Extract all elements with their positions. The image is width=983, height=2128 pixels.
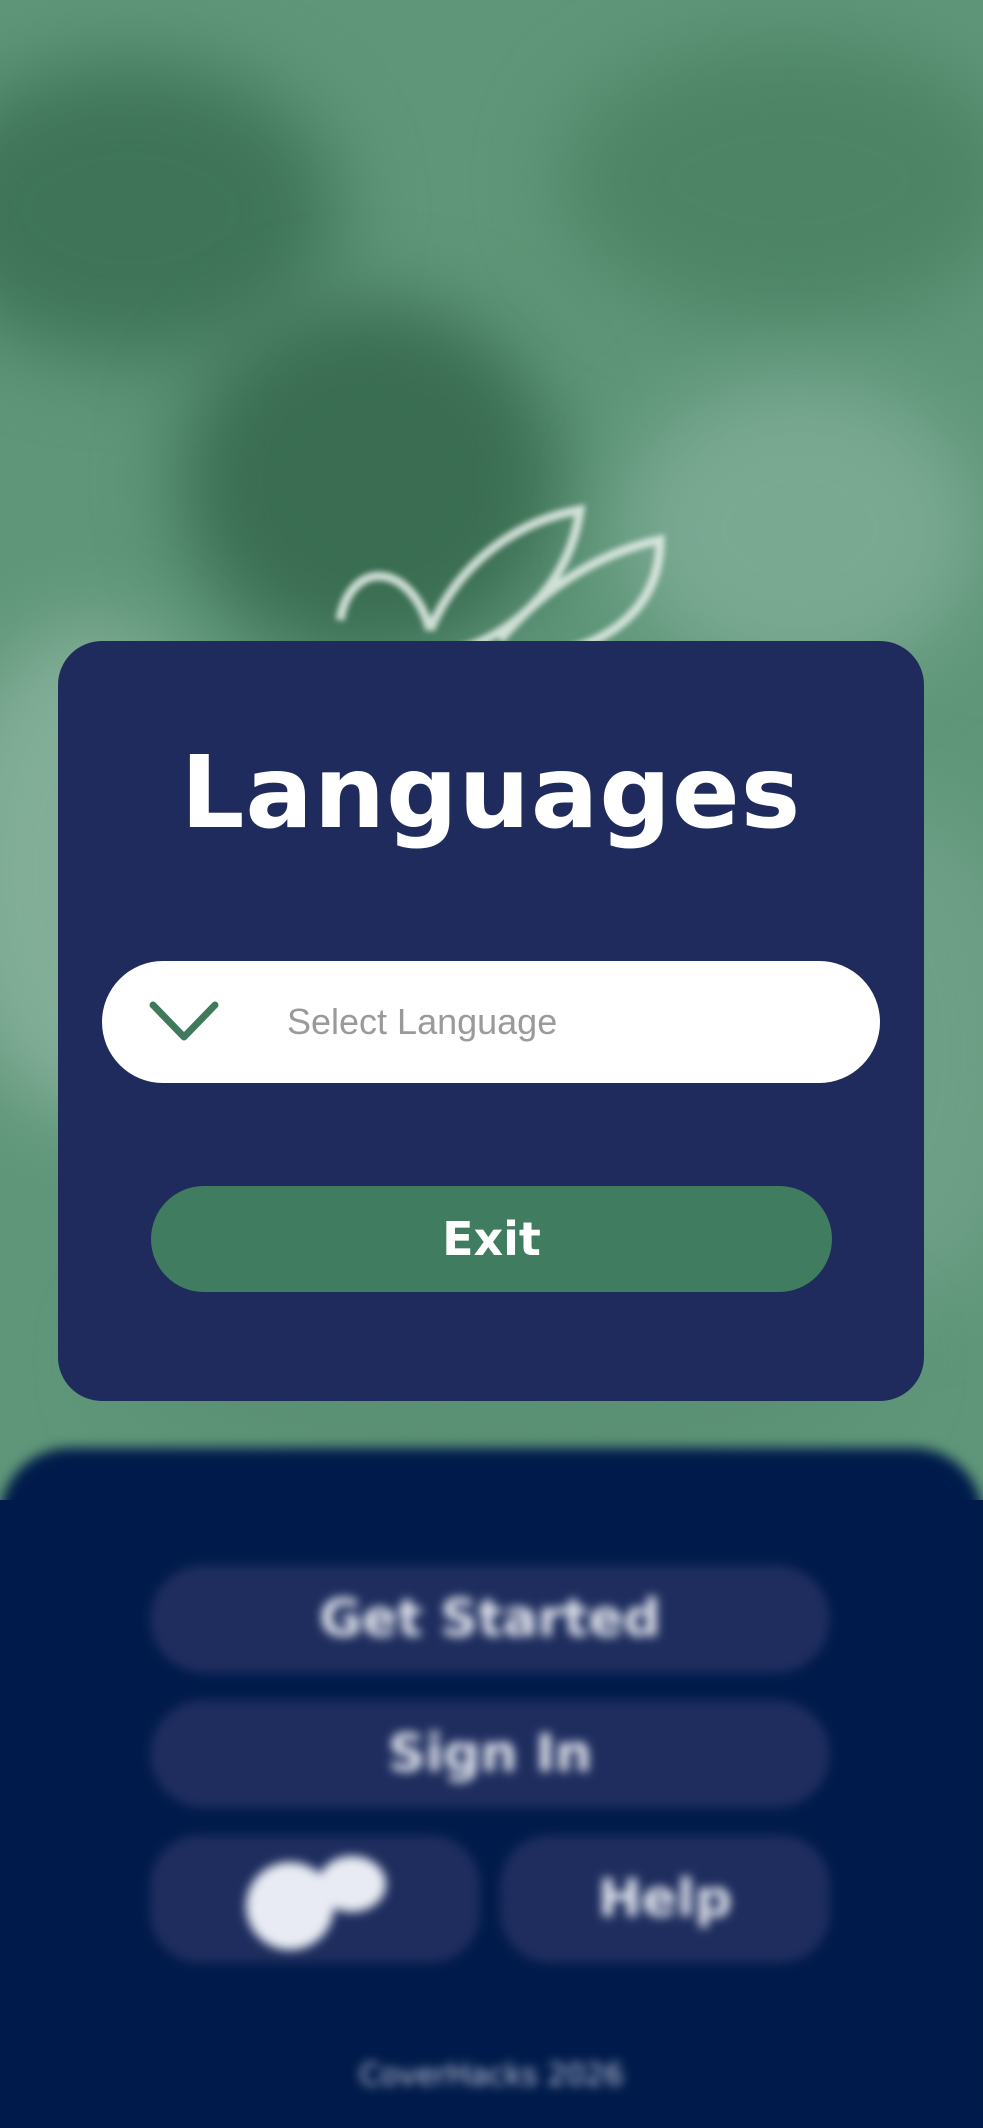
language-select-placeholder: Select Language [287,1001,558,1042]
help-button[interactable]: Help [500,1835,830,1963]
exit-button[interactable]: Exit [151,1186,832,1292]
chevron-down-icon [149,1001,219,1041]
sign-in-button[interactable]: Sign In [150,1700,830,1808]
globe-chat-icon [246,1856,386,1950]
languages-modal: Languages Select Language Exit [58,641,924,1401]
leaf-logo-icon [335,504,665,660]
footer-text: CoverHacks 2026 [359,2058,624,2093]
modal-title: Languages [180,734,802,851]
language-button[interactable] [150,1835,480,1963]
language-select[interactable]: Select Language [102,961,880,1083]
get-started-button[interactable]: Get Started [150,1565,830,1673]
